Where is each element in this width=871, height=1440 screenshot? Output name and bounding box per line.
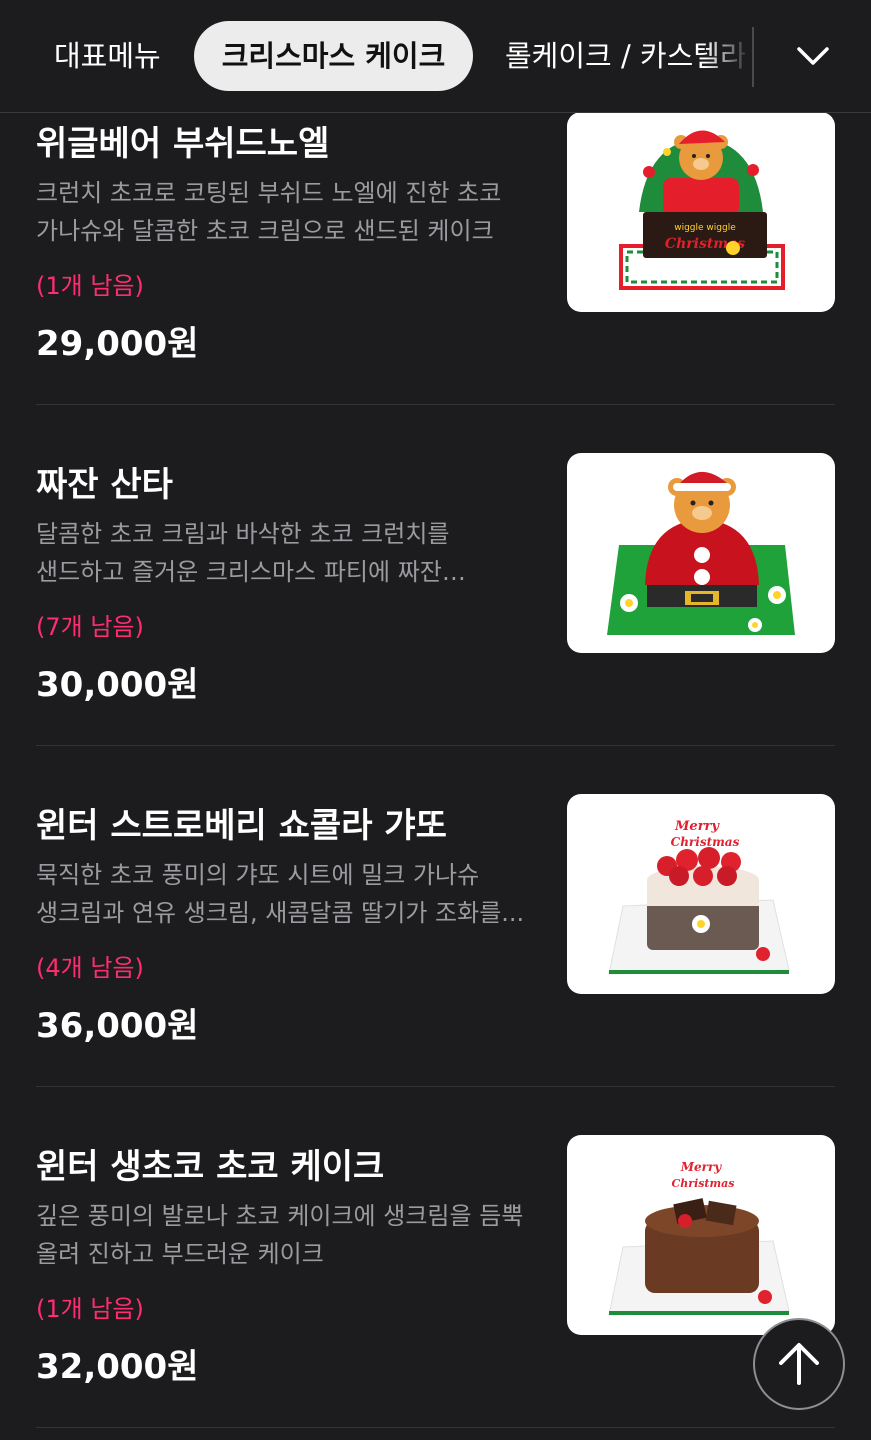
chocolate-cake-image: Merry Christmas: [608, 1160, 790, 1316]
tab-signature-menu[interactable]: 대표메뉴: [54, 34, 161, 78]
scroll-to-top-button[interactable]: [753, 1318, 845, 1410]
product-item[interactable]: 위글베어 부쉬드노엘 크런치 초코로 코팅된 부쉬드 노엘에 진한 초코 가나슈…: [36, 64, 835, 405]
menu-page: 대표메뉴 크리스마스 케이크 롤케이크 / 카스텔라 위글베어 부쉬드노엘 크런…: [0, 0, 871, 1440]
stock-remaining: (4개 남음): [36, 954, 144, 982]
svg-text:Christmas: Christmas: [671, 835, 740, 849]
product-description: 묵직한 초코 풍미의 갸또 시트에 밀크 가나슈 생크림과 연유 생크림, 새콤…: [36, 861, 525, 927]
category-tab-bar: 대표메뉴 크리스마스 케이크 롤케이크 / 카스텔라: [0, 0, 871, 113]
product-price: 30,000원: [36, 665, 199, 705]
product-price: 29,000원: [36, 324, 199, 364]
product-name: 짜잔 산타: [36, 465, 173, 505]
product-item[interactable]: 윈터 스트로베리 쇼콜라 갸또 묵직한 초코 풍미의 갸또 시트에 밀크 가나슈…: [36, 746, 835, 1087]
tab-overflow-fade: [705, 28, 751, 84]
svg-text:Christmas: Christmas: [672, 1177, 735, 1190]
tab-divider: [752, 27, 754, 87]
product-name: 위글베어 부쉬드노엘: [36, 124, 330, 164]
product-image: [567, 453, 835, 653]
svg-text:wiggle wiggle: wiggle wiggle: [674, 223, 736, 233]
product-item[interactable]: 윈터 생초코 초코 케이크 깊은 풍미의 발로나 초코 케이크에 생크림을 듬뿍…: [36, 1087, 835, 1428]
product-name: 윈터 생초코 초코 케이크: [36, 1147, 385, 1187]
product-price: 36,000원: [36, 1006, 199, 1046]
santa-bear-dome-cake-image: [607, 463, 795, 635]
product-item[interactable]: 짜잔 산타 달콤한 초코 크림과 바삭한 초코 크런치를 샌드하고 즐거운 크리…: [36, 405, 835, 746]
stock-remaining: (7개 남음): [36, 613, 144, 641]
product-description: 크런치 초코로 코팅된 부쉬드 노엘에 진한 초코 가나슈와 달콤한 초코 크림…: [36, 179, 502, 245]
product-image: Merry Christmas: [567, 1135, 835, 1335]
strawberry-chocolate-gateau-image: Merry Christmas: [608, 819, 790, 975]
product-price: 32,000원: [36, 1347, 199, 1387]
arrow-up-icon: [779, 1343, 819, 1385]
chevron-down-icon: [797, 47, 829, 65]
svg-text:Merry: Merry: [674, 819, 720, 834]
stock-remaining: (1개 남음): [36, 272, 144, 300]
product-image: Merry Christmas: [567, 794, 835, 994]
bear-yule-log-cake-image: wiggle wiggle Christmas: [619, 121, 785, 290]
product-name: 윈터 스트로베리 쇼콜라 갸또: [36, 806, 447, 846]
product-image: wiggle wiggle Christmas: [567, 112, 835, 312]
svg-text:Merry: Merry: [680, 1160, 723, 1174]
item-divider: [36, 1427, 835, 1428]
product-description: 깊은 풍미의 발로나 초코 케이크에 생크림을 듬뿍 올려 진하고 부드러운 케…: [36, 1202, 524, 1268]
expand-categories-button[interactable]: [783, 26, 843, 86]
product-description: 달콤한 초코 크림과 바삭한 초코 크런치를 샌드하고 즐거운 크리스마스 파티…: [36, 520, 450, 586]
stock-remaining: (1개 남음): [36, 1295, 144, 1323]
tab-christmas-cake[interactable]: 크리스마스 케이크: [194, 21, 473, 91]
